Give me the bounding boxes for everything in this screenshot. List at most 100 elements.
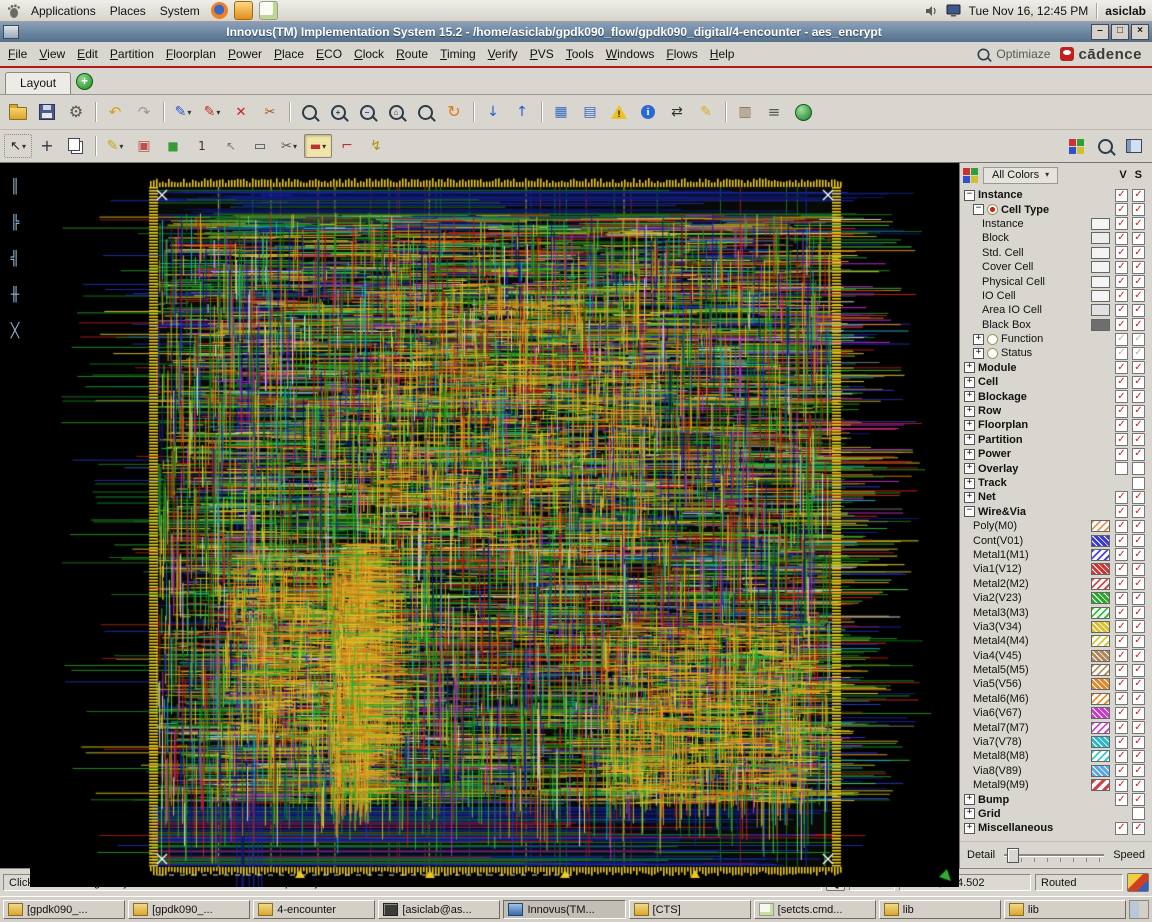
redraw-button[interactable]: ↻ <box>440 100 468 124</box>
layer-row[interactable]: Black Box ✓ ✓ <box>962 318 1149 332</box>
all-colors-dropdown[interactable]: All Colors ▾ <box>983 166 1059 184</box>
visible-checkbox[interactable]: ✓ <box>1115 318 1128 332</box>
menu-item-file[interactable]: File <box>2 44 33 64</box>
layer-row[interactable]: + Overlay <box>962 461 1149 476</box>
menu-item-help[interactable]: Help <box>704 44 741 64</box>
world-view-button[interactable] <box>789 100 817 124</box>
visible-checkbox[interactable]: ✓ <box>1115 591 1128 605</box>
selectable-checkbox[interactable]: ✓ <box>1132 332 1145 346</box>
save-design-button[interactable] <box>33 100 61 124</box>
layer-row[interactable]: Block ✓ ✓ <box>962 231 1149 245</box>
taskbar-item[interactable]: lib <box>878 900 1001 919</box>
wire-edit-dropdown-icon[interactable]: ▾ <box>119 142 123 151</box>
visible-checkbox[interactable]: ✓ <box>1115 289 1128 303</box>
visible-checkbox[interactable]: ✓ <box>1115 562 1128 576</box>
selectable-checkbox[interactable] <box>1132 462 1145 476</box>
layer-row[interactable]: + Floorplan ✓ ✓ <box>962 418 1149 432</box>
expander-icon[interactable]: + <box>964 808 975 820</box>
status-tool-icon[interactable] <box>1127 873 1149 892</box>
menu-item-floorplan[interactable]: Floorplan <box>160 44 222 64</box>
menu-item-edit[interactable]: Edit <box>71 44 104 64</box>
visible-checkbox[interactable]: ✓ <box>1115 706 1128 720</box>
select-tool-button[interactable]: ↖ ▾ <box>4 134 32 158</box>
visible-checkbox[interactable] <box>1115 462 1128 476</box>
copy-tool-button[interactable] <box>62 134 90 158</box>
radio-icon[interactable] <box>987 347 998 359</box>
selectable-checkbox[interactable]: ✓ <box>1132 721 1145 735</box>
clipboard-button[interactable]: ▥ <box>731 100 759 124</box>
office-launcher-icon[interactable] <box>233 1 253 20</box>
visible-checkbox[interactable]: ✓ <box>1115 231 1128 245</box>
selectable-checkbox[interactable]: ✓ <box>1132 289 1145 303</box>
visible-checkbox[interactable]: ✓ <box>1115 606 1128 620</box>
layer-row[interactable]: + Net ✓ ✓ <box>962 490 1149 504</box>
visible-checkbox[interactable]: ✓ <box>1115 548 1128 562</box>
layer-row[interactable]: + Row ✓ ✓ <box>962 404 1149 418</box>
visible-checkbox[interactable]: ✓ <box>1115 303 1128 317</box>
violation-browser-button[interactable]: ! <box>605 100 633 124</box>
radio-icon[interactable] <box>987 333 998 345</box>
selectable-checkbox[interactable]: ✓ <box>1132 390 1145 404</box>
expander-icon[interactable]: + <box>964 419 975 431</box>
visible-checkbox[interactable]: ✓ <box>1115 433 1128 447</box>
expander-icon[interactable]: + <box>964 822 975 834</box>
panel-menu-system[interactable]: System <box>153 2 207 20</box>
display-icon[interactable] <box>946 4 961 17</box>
layer-row[interactable]: Physical Cell ✓ ✓ <box>962 274 1149 289</box>
selectable-checkbox[interactable]: ✓ <box>1132 260 1145 274</box>
selectable-checkbox[interactable]: ✓ <box>1132 318 1145 332</box>
detach-button[interactable]: ╳ <box>4 321 26 341</box>
cut-wire-button[interactable]: ✂ ▾ <box>275 134 303 158</box>
workspace-switcher[interactable] <box>1129 900 1149 919</box>
pin-align-button[interactable]: ╫ <box>4 285 26 305</box>
visible-checkbox[interactable]: ✓ <box>1115 764 1128 778</box>
highlight-button[interactable]: ✎ <box>692 100 720 124</box>
settings-button[interactable]: ⚙ <box>62 100 90 124</box>
view-mode-dropdown[interactable]: Routed <box>1035 874 1123 891</box>
selectable-checkbox[interactable]: ✓ <box>1132 548 1145 562</box>
selectable-checkbox[interactable]: ✓ <box>1132 404 1145 418</box>
menu-item-view[interactable]: View <box>33 44 71 64</box>
object-info-button[interactable]: i <box>634 100 662 124</box>
snap-edit-button[interactable]: ✂ <box>256 100 284 124</box>
minimize-button[interactable]: – <box>1091 24 1109 40</box>
selectable-checkbox[interactable]: ✓ <box>1132 577 1145 591</box>
tab-layout[interactable]: Layout <box>5 72 72 94</box>
zoom-in-button[interactable]: + <box>324 100 352 124</box>
taskbar-item[interactable]: [setcts.cmd... <box>753 900 876 919</box>
visible-checkbox[interactable]: ✓ <box>1115 577 1128 591</box>
layer-row[interactable]: Metal7(M7) ✓ ✓ <box>962 720 1149 735</box>
selectable-checkbox[interactable]: ✓ <box>1132 634 1145 648</box>
selectable-checkbox[interactable]: ✓ <box>1132 677 1145 691</box>
layer-row[interactable]: Poly(M0) ✓ ✓ <box>962 519 1149 533</box>
visible-checkbox[interactable]: ✓ <box>1115 203 1128 217</box>
menu-item-power[interactable]: Power <box>222 44 268 64</box>
layer-row[interactable]: + Power ✓ ✓ <box>962 447 1149 461</box>
edit-shape-button[interactable]: ✎ ▾ <box>198 100 226 124</box>
expander-icon[interactable]: + <box>973 347 984 359</box>
layer-row[interactable]: Via3(V34) ✓ ✓ <box>962 620 1149 634</box>
selectable-checkbox[interactable]: ✓ <box>1132 303 1145 317</box>
selectable-checkbox[interactable]: ✓ <box>1132 231 1145 245</box>
selectable-checkbox[interactable]: ✓ <box>1132 692 1145 706</box>
find-button[interactable] <box>1091 134 1119 158</box>
selectable-checkbox[interactable]: ✓ <box>1132 447 1145 461</box>
taskbar-item[interactable]: 4-encounter <box>253 900 376 919</box>
layer-row[interactable]: Via2(V23) ✓ ✓ <box>962 591 1149 605</box>
selectable-checkbox[interactable]: ✓ <box>1132 346 1145 360</box>
layer-row[interactable]: Metal6(M6) ✓ ✓ <box>962 692 1149 706</box>
layer-row[interactable]: + Cell ✓ ✓ <box>962 375 1149 389</box>
taskbar-item[interactable]: lib <box>1003 900 1126 919</box>
zoom-fit-button[interactable]: ⌂ <box>382 100 410 124</box>
visible-checkbox[interactable]: ✓ <box>1115 821 1128 835</box>
selectable-checkbox[interactable]: ✓ <box>1132 375 1145 389</box>
layer-row[interactable]: Instance ✓ ✓ <box>962 217 1149 231</box>
layer-row[interactable]: + Function ✓ ✓ <box>962 332 1149 346</box>
layer-row[interactable]: Metal1(M1) ✓ ✓ <box>962 548 1149 562</box>
expander-icon[interactable]: + <box>964 434 975 446</box>
redo-button[interactable]: ↷ <box>130 100 158 124</box>
expander-icon[interactable]: + <box>964 391 975 403</box>
selectable-checkbox[interactable]: ✓ <box>1132 778 1145 792</box>
taskbar-item[interactable]: [gpdk090_... <box>128 900 251 919</box>
layer-row[interactable]: + Bump ✓ ✓ <box>962 792 1149 807</box>
